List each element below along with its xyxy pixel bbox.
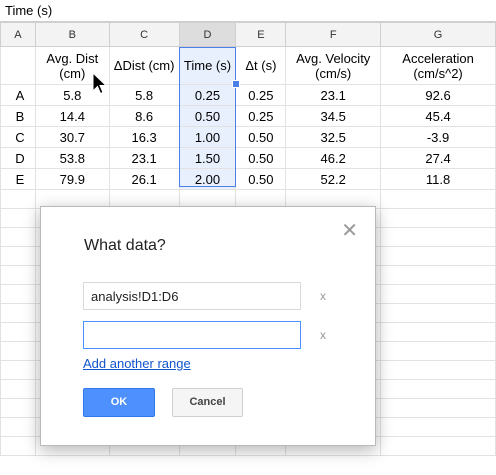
- cell[interactable]: 0.25: [178, 84, 237, 106]
- cell[interactable]: 27.4: [380, 147, 496, 169]
- range-input-1[interactable]: [83, 282, 301, 310]
- table-row: A 5.8 5.8 0.25 0.25 23.1 92.6: [0, 84, 496, 106]
- cell[interactable]: [380, 303, 496, 323]
- cell[interactable]: 0.50: [235, 126, 287, 148]
- cell[interactable]: 5.8: [108, 84, 180, 106]
- cell-c1[interactable]: ΔDist (cm): [108, 46, 180, 85]
- cell[interactable]: 11.8: [380, 168, 496, 190]
- cell[interactable]: [380, 284, 496, 304]
- cell[interactable]: [0, 341, 36, 361]
- column-header-c[interactable]: C: [108, 22, 180, 47]
- remove-range-1-icon[interactable]: x: [320, 289, 326, 303]
- cell[interactable]: [0, 208, 36, 228]
- table-row: B 14.4 8.6 0.50 0.25 34.5 45.4: [0, 105, 496, 127]
- cell[interactable]: [380, 208, 496, 228]
- formula-bar-content: Time (s): [5, 3, 53, 18]
- cell[interactable]: 79.9: [34, 168, 110, 190]
- cell[interactable]: 23.1: [285, 84, 382, 106]
- cell[interactable]: [380, 341, 496, 361]
- cell[interactable]: [0, 284, 36, 304]
- cell[interactable]: 92.6: [380, 84, 496, 106]
- table-row: Avg. Dist (cm) ΔDist (cm) Time (s) Δt (s…: [0, 46, 496, 85]
- cell[interactable]: [380, 265, 496, 285]
- close-icon[interactable]: ✕: [341, 221, 358, 241]
- cancel-button[interactable]: Cancel: [172, 388, 243, 417]
- column-header-e[interactable]: E: [235, 22, 287, 47]
- formula-bar[interactable]: Time (s): [0, 0, 496, 22]
- cell-a[interactable]: D: [0, 147, 36, 169]
- table-row: D 53.8 23.1 1.50 0.50 46.2 27.4: [0, 147, 496, 169]
- mouse-pointer-icon: [92, 71, 108, 101]
- cell[interactable]: [0, 360, 36, 380]
- remove-range-2-icon[interactable]: x: [320, 328, 326, 342]
- cell-f1[interactable]: Avg. Velocity (cm/s): [285, 46, 382, 85]
- add-another-range-link[interactable]: Add another range: [83, 356, 191, 371]
- cell[interactable]: 14.4: [34, 105, 110, 127]
- cell-d1[interactable]: Time (s): [178, 46, 237, 85]
- cell[interactable]: 26.1: [108, 168, 180, 190]
- column-header-b[interactable]: B: [34, 22, 110, 47]
- cell[interactable]: [380, 379, 496, 399]
- cell-g1[interactable]: Acceleration (cm/s^2): [380, 46, 496, 85]
- cell[interactable]: 2.00: [178, 168, 237, 190]
- ok-button[interactable]: OK: [83, 388, 155, 417]
- cell[interactable]: [380, 189, 496, 209]
- cell[interactable]: [380, 360, 496, 380]
- cell[interactable]: 46.2: [285, 147, 382, 169]
- range-input-2[interactable]: [83, 321, 301, 349]
- cell[interactable]: 1.50: [178, 147, 237, 169]
- cell-a1[interactable]: [0, 46, 36, 85]
- column-header-d[interactable]: D: [178, 22, 237, 47]
- cell[interactable]: 0.50: [235, 147, 287, 169]
- cell[interactable]: 8.6: [108, 105, 180, 127]
- cell[interactable]: [380, 417, 496, 437]
- cell[interactable]: [0, 246, 36, 266]
- data-range-dialog: What data? ✕ x x Add another range OK Ca…: [40, 206, 376, 446]
- cell[interactable]: 0.25: [235, 105, 287, 127]
- cell[interactable]: [0, 303, 36, 323]
- cell[interactable]: [0, 379, 36, 399]
- cell[interactable]: [0, 436, 36, 456]
- cell-a[interactable]: C: [0, 126, 36, 148]
- cell[interactable]: [380, 398, 496, 418]
- cell[interactable]: [380, 227, 496, 247]
- cell[interactable]: 45.4: [380, 105, 496, 127]
- cell-a[interactable]: B: [0, 105, 36, 127]
- cell[interactable]: [380, 322, 496, 342]
- cell[interactable]: 30.7: [34, 126, 110, 148]
- cell[interactable]: 32.5: [285, 126, 382, 148]
- cell[interactable]: 0.25: [235, 84, 287, 106]
- table-row: E 79.9 26.1 2.00 0.50 52.2 11.8: [0, 168, 496, 190]
- column-header-row: A B C D E F G: [0, 22, 496, 47]
- column-header-a[interactable]: A: [0, 22, 36, 47]
- cell-e1[interactable]: Δt (s): [235, 46, 287, 85]
- cell[interactable]: [0, 398, 36, 418]
- cell[interactable]: 0.50: [178, 105, 237, 127]
- cell[interactable]: 53.8: [34, 147, 110, 169]
- cell[interactable]: [0, 265, 36, 285]
- table-row: C 30.7 16.3 1.00 0.50 32.5 -3.9: [0, 126, 496, 148]
- cell[interactable]: 23.1: [108, 147, 180, 169]
- cell[interactable]: 34.5: [285, 105, 382, 127]
- cell-a[interactable]: A: [0, 84, 36, 106]
- cell[interactable]: [0, 189, 36, 209]
- column-header-f[interactable]: F: [285, 22, 382, 47]
- cell-a[interactable]: E: [0, 168, 36, 190]
- cell[interactable]: [0, 322, 36, 342]
- cell[interactable]: [380, 436, 496, 456]
- cell[interactable]: -3.9: [380, 126, 496, 148]
- dialog-title: What data?: [84, 237, 166, 254]
- cell[interactable]: 16.3: [108, 126, 180, 148]
- cell[interactable]: [0, 417, 36, 437]
- cell[interactable]: 1.00: [178, 126, 237, 148]
- cell[interactable]: 0.50: [235, 168, 287, 190]
- column-header-g[interactable]: G: [380, 22, 496, 47]
- cell[interactable]: [380, 246, 496, 266]
- cell[interactable]: [0, 227, 36, 247]
- cell[interactable]: 52.2: [285, 168, 382, 190]
